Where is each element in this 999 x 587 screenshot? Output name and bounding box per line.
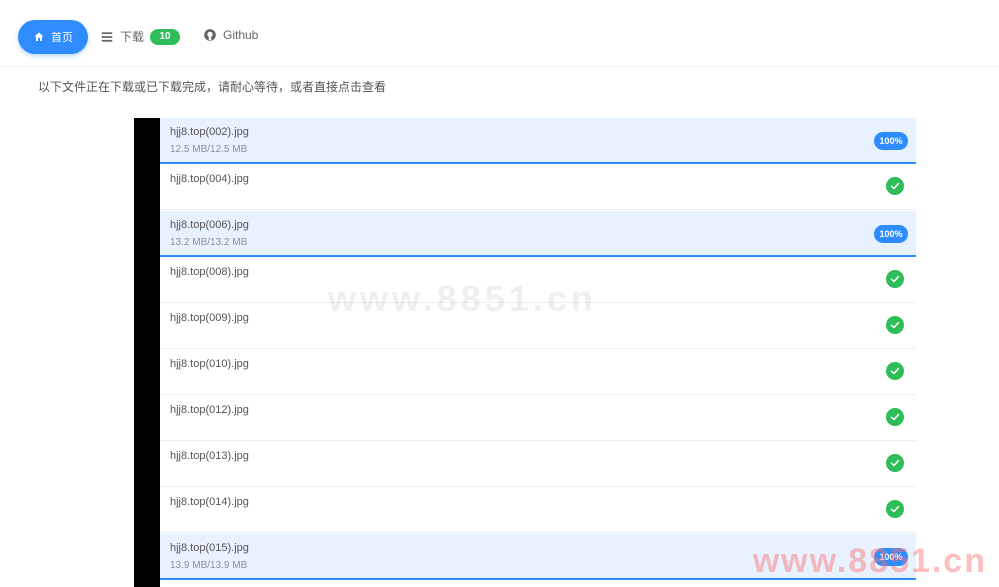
- file-name: hjj8.top(006).jpg: [170, 219, 249, 231]
- download-row[interactable]: hjj8.top(006).jpg 13.2 MB/13.2 MB 100%: [160, 211, 916, 257]
- downloads-tab[interactable]: 下载 10: [100, 28, 181, 45]
- file-name: hjj8.top(010).jpg: [170, 358, 249, 370]
- download-row[interactable]: hjj8.top(013).jpg: [160, 442, 916, 487]
- download-row[interactable]: hjj8.top(004).jpg: [160, 165, 916, 210]
- download-list: hjj8.top(002).jpg 12.5 MB/12.5 MB 100% hjj8…: [160, 118, 916, 587]
- download-list-icon: [100, 30, 114, 44]
- progress-badge: 100%: [874, 132, 908, 150]
- file-name: hjj8.top(004).jpg: [170, 173, 249, 185]
- file-name: hjj8.top(008).jpg: [170, 266, 249, 278]
- sidebar-stripe: [134, 118, 160, 587]
- github-icon: [203, 28, 217, 42]
- download-row[interactable]: hjj8.top(010).jpg: [160, 350, 916, 395]
- download-row[interactable]: hjj8.top(014).jpg: [160, 488, 916, 533]
- download-row[interactable]: hjj8.top(012).jpg: [160, 396, 916, 441]
- file-name: hjj8.top(015).jpg: [170, 542, 249, 554]
- github-label: Github: [223, 28, 259, 42]
- file-name: hjj8.top(012).jpg: [170, 404, 249, 416]
- check-circle-icon: [886, 177, 904, 195]
- watermark-bottom: www.8851.cn: [752, 542, 987, 580]
- download-notice: 以下文件正在下载或已下载完成，请耐心等待，或者直接点击查看: [38, 80, 387, 94]
- download-row[interactable]: hjj8.top(002).jpg 12.5 MB/12.5 MB 100%: [160, 118, 916, 164]
- check-circle-icon: [886, 500, 904, 518]
- top-navigation: 首页 下载 10 Github: [0, 0, 999, 68]
- home-label: 首页: [51, 32, 73, 44]
- check-circle-icon: [886, 316, 904, 334]
- file-name: hjj8.top(013).jpg: [170, 450, 249, 462]
- downloads-count-badge: 10: [150, 28, 181, 45]
- progress-badge: 100%: [874, 225, 908, 243]
- github-link[interactable]: Github: [203, 28, 258, 42]
- file-name: hjj8.top(014).jpg: [170, 496, 249, 508]
- home-tab[interactable]: 首页: [18, 20, 88, 54]
- file-size: 13.2 MB/13.2 MB: [170, 237, 248, 248]
- top-divider: [0, 66, 999, 67]
- check-circle-icon: [886, 270, 904, 288]
- check-circle-icon: [886, 454, 904, 472]
- check-circle-icon: [886, 362, 904, 380]
- file-name: hjj8.top(009).jpg: [170, 312, 249, 324]
- check-circle-icon: [886, 408, 904, 426]
- file-size: 12.5 MB/12.5 MB: [170, 144, 248, 155]
- home-icon: [34, 32, 44, 41]
- file-name: hjj8.top(002).jpg: [170, 126, 249, 138]
- file-size: 13.9 MB/13.9 MB: [170, 560, 248, 571]
- downloads-label: 下载: [120, 30, 145, 44]
- watermark-center: www.8851.cn: [328, 278, 597, 319]
